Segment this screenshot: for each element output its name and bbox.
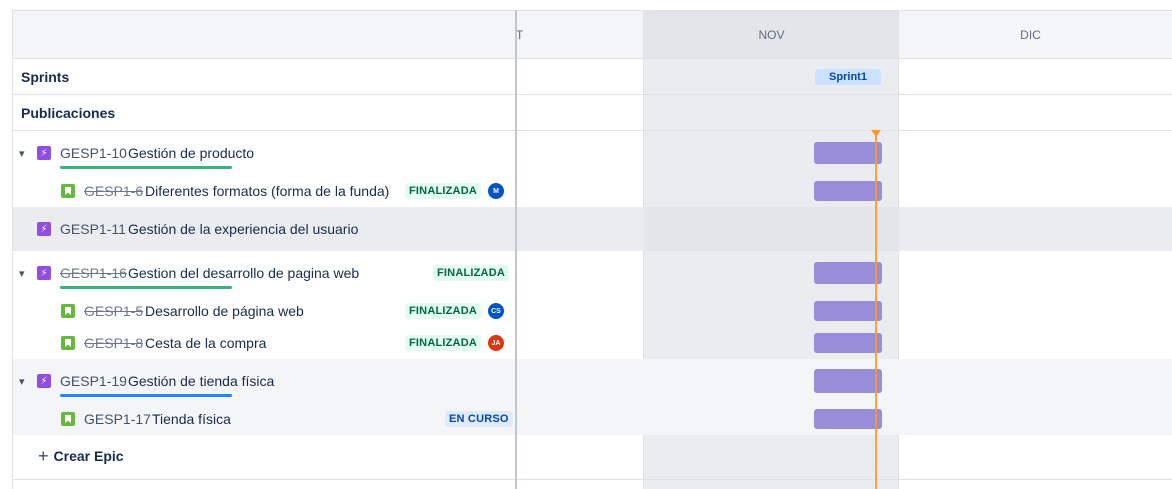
epic-progress-bar [60, 394, 232, 397]
avatar[interactable]: CS [488, 303, 504, 319]
epic-progress-bar [60, 166, 232, 169]
epic-icon: ⚡ [37, 374, 51, 388]
story-icon [61, 184, 75, 198]
releases-row-label[interactable]: Publicaciones [21, 105, 115, 121]
issue-key[interactable]: GESP1-17 [84, 411, 151, 427]
issue-key[interactable]: GESP1-8 [84, 335, 143, 351]
create-epic-button[interactable]: + Crear Epic [38, 446, 124, 466]
status-badge[interactable]: FINALIZADA [405, 335, 481, 351]
issue-key[interactable]: GESP1-10 [60, 145, 127, 161]
roadmap-view: T NOV DIC Sprints Sprint1 Publicaciones … [0, 0, 1172, 489]
story-timeline-bar[interactable] [814, 409, 882, 429]
story-icon [61, 336, 75, 350]
create-epic-label: Crear Epic [53, 448, 124, 464]
status-badge[interactable]: EN CURSO [445, 411, 513, 427]
avatar[interactable]: JA [488, 335, 504, 351]
sprints-row-label[interactable]: Sprints [21, 69, 69, 85]
issue-summary[interactable]: Desarrollo de página web [145, 303, 304, 319]
story-timeline-bar[interactable] [814, 181, 882, 201]
issue-summary[interactable]: Gestión de la experiencia del usuario [128, 221, 358, 237]
issue-summary[interactable]: Cesta de la compra [145, 335, 266, 351]
story-timeline-bar[interactable] [814, 301, 882, 321]
epic-timeline-bar[interactable] [814, 369, 882, 393]
month-oct-label: T [516, 27, 524, 42]
issue-summary[interactable]: Gestión de producto [128, 145, 254, 161]
plus-icon: + [38, 446, 49, 466]
epic-timeline-bar[interactable] [814, 142, 882, 164]
story-icon [61, 412, 75, 426]
chevron-down-icon[interactable]: ▾ [19, 269, 29, 280]
issue-summary[interactable]: Tienda física [152, 411, 231, 427]
band-overlay [644, 207, 899, 251]
epic-icon: ⚡ [37, 222, 51, 236]
epic-icon: ⚡ [37, 266, 51, 280]
avatar[interactable]: M [488, 183, 504, 199]
issue-key[interactable]: GESP1-11 [60, 221, 126, 237]
row-divider [12, 479, 1172, 480]
issue-summary[interactable]: Gestión de tienda física [128, 373, 274, 389]
month-dic-label: DIC [1020, 27, 1041, 42]
issue-key[interactable]: GESP1-19 [60, 373, 127, 389]
chevron-down-icon[interactable]: ▾ [19, 377, 29, 388]
row-divider [12, 94, 1172, 95]
epic-icon: ⚡ [37, 146, 51, 160]
left-border [12, 59, 13, 489]
status-badge[interactable]: FINALIZADA [433, 265, 509, 281]
sprint-chip[interactable]: Sprint1 [815, 69, 881, 85]
issue-summary[interactable]: Diferentes formatos (forma de la funda) [145, 183, 389, 199]
month-nov-label: NOV [758, 27, 785, 42]
issue-summary[interactable]: Gestion del desarrollo de pagina web [128, 265, 359, 281]
today-line [875, 134, 877, 489]
issue-key[interactable]: GESP1-6 [84, 183, 143, 199]
issue-key[interactable]: GESP1-5 [84, 303, 143, 319]
chevron-down-icon[interactable]: ▾ [19, 149, 29, 160]
issue-key[interactable]: GESP1-16 [60, 265, 127, 281]
story-timeline-bar[interactable] [814, 333, 882, 353]
today-marker-icon [871, 130, 881, 137]
status-badge[interactable]: FINALIZADA [405, 183, 481, 199]
story-icon [61, 304, 75, 318]
status-badge[interactable]: FINALIZADA [405, 303, 481, 319]
epic-timeline-bar[interactable] [814, 262, 882, 284]
epic-progress-bar [60, 286, 232, 289]
row-divider [12, 130, 1172, 131]
pane-splitter[interactable] [515, 10, 517, 489]
